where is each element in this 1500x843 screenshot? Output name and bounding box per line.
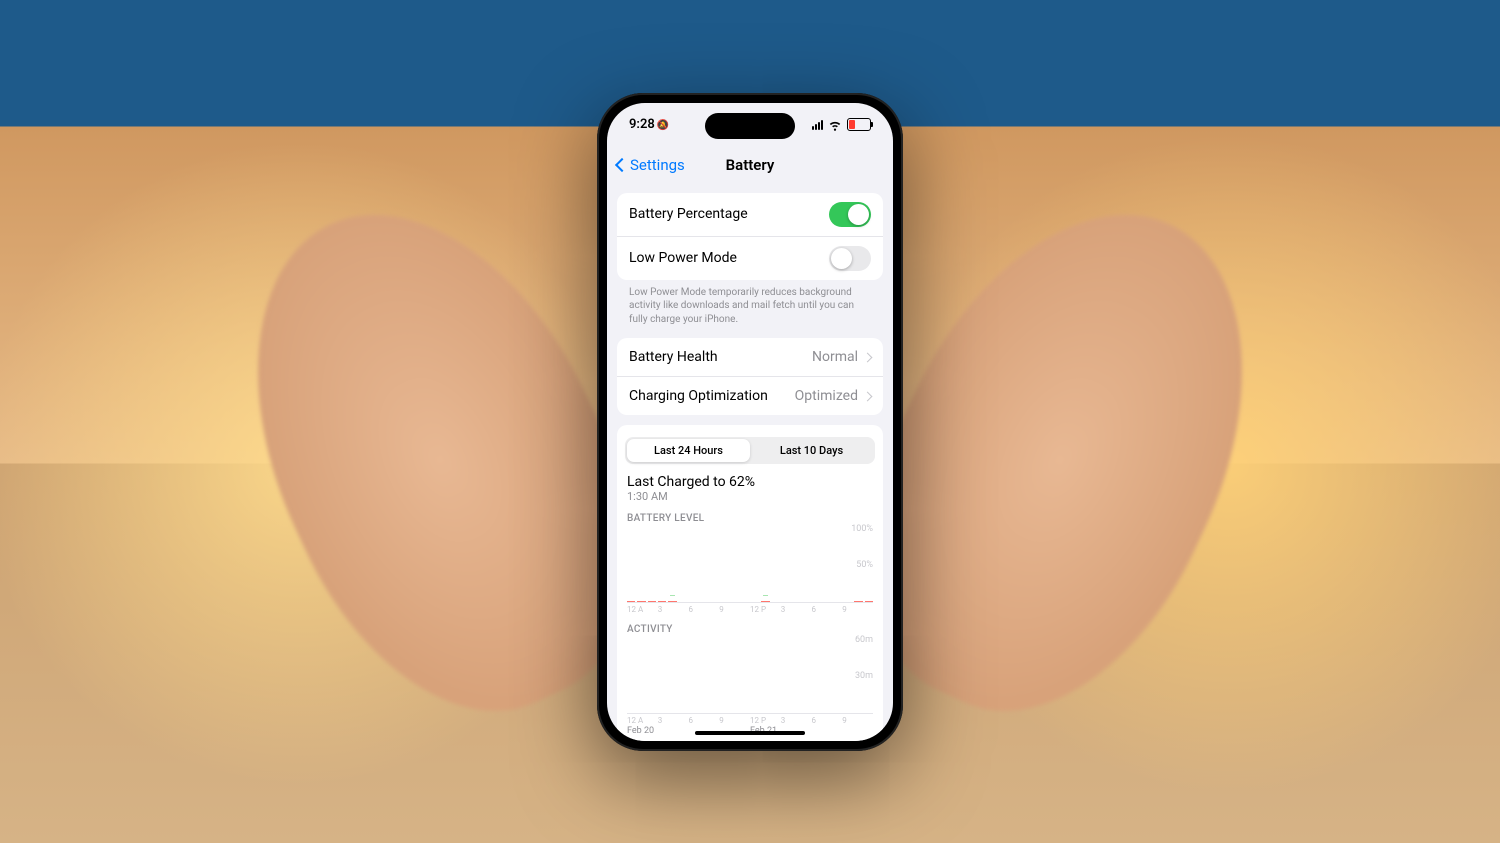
x-axis-ticks: 12 A36912 P369: [627, 716, 873, 725]
chevron-right-icon: [863, 391, 873, 401]
last-charged-title: Last Charged to 62%: [627, 474, 873, 490]
charts: Last Charged to 62% 1:30 AM BATTERY LEVE…: [617, 474, 883, 736]
battery-level-chart[interactable]: 100% 50%: [627, 526, 873, 603]
row-label: Charging Optimization: [629, 388, 768, 404]
status-right: [812, 118, 871, 132]
page-title: Battery: [726, 156, 775, 174]
level-bar: [648, 601, 656, 602]
time-range-segment[interactable]: Last 24 Hours Last 10 Days: [625, 437, 875, 464]
chevron-left-icon: [615, 157, 629, 171]
x-axis-ticks: 12 A36912 P369: [627, 605, 873, 614]
row-value: Normal: [812, 349, 871, 365]
battery-fill: [849, 120, 855, 129]
row-value: Optimized: [795, 388, 871, 404]
usage-group: Last 24 Hours Last 10 Days Last Charged …: [617, 425, 883, 741]
screen: 9:28🔕 Settings Battery Battery Percentag…: [607, 103, 893, 741]
level-bar: [637, 601, 645, 602]
silent-icon: 🔕: [657, 120, 669, 131]
level-bar: [854, 601, 862, 602]
dynamic-island: [705, 113, 795, 139]
row-label: Battery Percentage: [629, 206, 748, 222]
low-power-mode-row[interactable]: Low Power Mode: [617, 236, 883, 280]
low-power-footer: Low Power Mode temporarily reduces backg…: [617, 280, 883, 329]
battery-level-label: BATTERY LEVEL: [627, 513, 873, 524]
y-axis-50: 50%: [856, 560, 873, 570]
level-bar: [658, 601, 666, 602]
toggle-group: Battery Percentage Low Power Mode: [617, 193, 883, 280]
activity-label: ACTIVITY: [627, 624, 873, 635]
chevron-right-icon: [863, 352, 873, 362]
wifi-icon: [828, 118, 842, 132]
seg-last-24h[interactable]: Last 24 Hours: [627, 439, 750, 462]
level-bar: [627, 601, 635, 602]
y-axis-60m: 60m: [855, 635, 873, 645]
battery-icon: [847, 118, 871, 131]
level-bar: [761, 601, 769, 602]
charging-optimization-row[interactable]: Charging Optimization Optimized: [617, 376, 883, 415]
last-charged-time: 1:30 AM: [627, 490, 873, 503]
settings-content: Battery Percentage Low Power Mode Low Po…: [607, 193, 893, 741]
home-indicator[interactable]: [695, 731, 805, 735]
battery-health-row[interactable]: Battery Health Normal: [617, 338, 883, 376]
nav-bar: Settings Battery: [607, 147, 893, 183]
row-label: Low Power Mode: [629, 250, 737, 266]
iphone-frame: 9:28🔕 Settings Battery Battery Percentag…: [597, 93, 903, 751]
back-label: Settings: [630, 156, 685, 174]
usage-summary: Screen Active 17h 37m Screen Idle 1h 11m: [617, 736, 883, 741]
seg-last-10d[interactable]: Last 10 Days: [750, 439, 873, 462]
row-label: Battery Health: [629, 349, 718, 365]
activity-chart[interactable]: 60m 30m: [627, 637, 873, 714]
value-text: Normal: [812, 349, 858, 365]
level-bar: [865, 601, 873, 602]
clock-text: 9:28: [629, 117, 655, 132]
value-text: Optimized: [795, 388, 858, 404]
back-button[interactable]: Settings: [617, 156, 685, 174]
battery-percentage-toggle[interactable]: [829, 202, 871, 227]
health-group: Battery Health Normal Charging Optimizat…: [617, 338, 883, 415]
y-axis-30m: 30m: [855, 671, 873, 681]
status-time: 9:28🔕: [629, 117, 669, 132]
level-bar: [668, 601, 676, 602]
cellular-icon: [812, 120, 823, 130]
y-axis-100: 100%: [851, 524, 873, 534]
battery-percentage-row[interactable]: Battery Percentage: [617, 193, 883, 236]
low-power-mode-toggle[interactable]: [829, 246, 871, 271]
